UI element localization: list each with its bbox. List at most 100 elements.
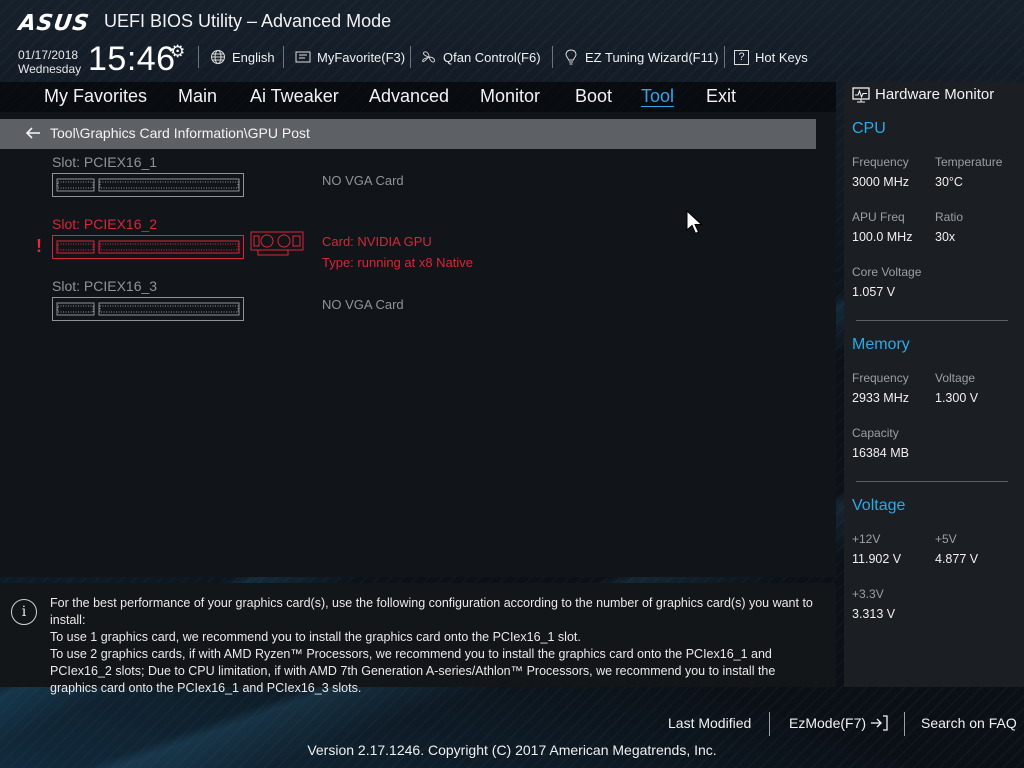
cpu-temperature-value: 30°C xyxy=(935,175,963,189)
help-line-2: To use 1 graphics card, we recommend you… xyxy=(50,630,581,644)
memory-frequency-value: 2933 MHz xyxy=(852,391,909,405)
memory-voltage-label: Voltage xyxy=(935,371,976,385)
v12-value: 11.902 V xyxy=(852,552,902,566)
v33-value: 3.313 V xyxy=(852,607,896,621)
slot-2-label: Slot: PCIEX16_2 xyxy=(52,216,158,232)
copyright-text: Version 2.17.1246. Copyright (C) 2017 Am… xyxy=(307,742,717,758)
v33-label: +3.3V xyxy=(852,587,884,601)
v5-label: +5V xyxy=(935,532,957,546)
apu-freq-value: 100.0 MHz xyxy=(852,230,913,244)
pcie-slot-2-icon xyxy=(52,235,244,259)
settings-gear-icon[interactable]: ⚙ xyxy=(170,42,185,62)
ezmode-label: EzMode(F7) xyxy=(789,715,867,731)
pcie-slot-1-icon xyxy=(52,173,244,197)
slot-2-card: Card: NVIDIA GPU xyxy=(322,234,432,249)
apu-freq-label: APU Freq xyxy=(852,210,905,224)
last-modified-label: Last Modified xyxy=(668,715,752,731)
help-icon: ? xyxy=(734,49,749,65)
fan-icon xyxy=(421,49,437,65)
section-divider xyxy=(856,481,1008,482)
graphics-card-icon xyxy=(250,231,304,256)
memory-heading: Memory xyxy=(852,336,910,353)
exit-arrow-icon xyxy=(871,715,888,731)
footer-divider xyxy=(769,712,770,736)
header-divider xyxy=(552,46,553,68)
cpu-heading: CPU xyxy=(852,120,886,137)
header-divider xyxy=(724,46,725,68)
ratio-value: 30x xyxy=(935,230,956,244)
myfavorite-label: MyFavorite(F3) xyxy=(317,49,406,65)
hardware-monitor-panel: Hardware Monitor CPU Frequency 3000 MHz … xyxy=(844,82,1024,687)
help-line-1: For the best performance of your graphic… xyxy=(50,596,813,627)
memory-capacity-value: 16384 MB xyxy=(852,446,909,460)
v5-value: 4.877 V xyxy=(935,552,979,566)
app-title: UEFI BIOS Utility – Advanced Mode xyxy=(104,11,392,31)
search-faq-label: Search on FAQ xyxy=(921,715,1017,731)
core-voltage-value: 1.057 V xyxy=(852,285,896,299)
tab-monitor[interactable]: Monitor xyxy=(480,86,540,107)
last-modified-button[interactable]: Last Modified xyxy=(668,715,751,731)
asus-logo: ASUS xyxy=(17,11,92,36)
globe-icon xyxy=(210,49,226,65)
tab-advanced[interactable]: Advanced xyxy=(369,86,449,107)
breadcrumb-bar: Tool\Graphics Card Information\GPU Post xyxy=(0,119,816,149)
myfavorite-button[interactable]: MyFavorite(F3) xyxy=(295,47,405,67)
ezmode-button[interactable]: EzMode(F7) xyxy=(789,715,888,731)
tab-exit[interactable]: Exit xyxy=(706,86,736,107)
hot-keys-button[interactable]: ? Hot Keys xyxy=(734,47,808,67)
main-panel: Tool\Graphics Card Information\GPU Post … xyxy=(0,112,836,577)
breadcrumb: Tool\Graphics Card Information\GPU Post xyxy=(50,125,310,141)
qfan-label: Qfan Control(F6) xyxy=(443,49,541,65)
section-divider xyxy=(856,320,1008,321)
weekday-text: Wednesday xyxy=(18,62,82,76)
hot-keys-label: Hot Keys xyxy=(755,49,808,65)
core-voltage-label: Core Voltage xyxy=(852,265,922,279)
language-label: English xyxy=(232,49,275,65)
help-line-3: To use 2 graphics cards, if with AMD Ryz… xyxy=(50,647,776,695)
date-text: 01/17/2018 xyxy=(18,48,79,62)
ratio-label: Ratio xyxy=(935,210,964,224)
pcie-slot-3-icon xyxy=(52,297,244,321)
help-info-panel: i For the best performance of your graph… xyxy=(0,583,836,695)
monitor-icon xyxy=(852,86,870,102)
tab-main[interactable]: Main xyxy=(178,86,217,107)
time-display: 15:46 xyxy=(88,40,176,78)
slot-1-status: NO VGA Card xyxy=(322,173,404,188)
cpu-frequency-value: 3000 MHz xyxy=(852,175,909,189)
header: ASUS UEFI BIOS Utility – Advanced Mode 0… xyxy=(0,0,1024,82)
ez-tuning-label: EZ Tuning Wizard(F11) xyxy=(585,49,719,65)
search-faq-button[interactable]: Search on FAQ xyxy=(921,715,1017,731)
memory-voltage-value: 1.300 V xyxy=(935,391,979,405)
lightbulb-icon xyxy=(563,49,579,65)
qfan-control-button[interactable]: Qfan Control(F6) xyxy=(421,47,541,67)
memory-capacity-label: Capacity xyxy=(852,426,899,440)
slot-3-status: NO VGA Card xyxy=(322,297,404,312)
memory-frequency-label: Frequency xyxy=(852,371,909,385)
help-text: For the best performance of your graphic… xyxy=(50,595,820,697)
tab-my-favorites[interactable]: My Favorites xyxy=(44,86,147,107)
tab-boot[interactable]: Boot xyxy=(575,86,612,107)
main-nav: My Favorites Main Ai Tweaker Advanced Mo… xyxy=(0,82,836,112)
slot-3-label: Slot: PCIEX16_3 xyxy=(52,278,158,294)
tab-tool[interactable]: Tool xyxy=(641,86,674,107)
language-button[interactable]: English xyxy=(210,47,275,67)
info-icon: i xyxy=(11,599,37,625)
voltage-heading: Voltage xyxy=(852,497,906,514)
header-divider xyxy=(198,46,199,68)
back-arrow-icon[interactable] xyxy=(24,124,42,142)
favorite-icon xyxy=(295,49,311,65)
warning-icon: ! xyxy=(36,236,42,256)
hardware-monitor-title: Hardware Monitor xyxy=(852,86,994,103)
tab-ai-tweaker[interactable]: Ai Tweaker xyxy=(250,86,339,107)
slot-2-type: Type: running at x8 Native xyxy=(322,255,474,270)
ez-tuning-wizard-button[interactable]: EZ Tuning Wizard(F11) xyxy=(563,47,718,67)
slot-1-label: Slot: PCIEX16_1 xyxy=(52,154,158,170)
header-divider xyxy=(410,46,411,68)
mouse-cursor-icon xyxy=(686,210,703,235)
date-display: 01/17/2018 Wednesday xyxy=(18,48,81,76)
cpu-temperature-label: Temperature xyxy=(935,155,1003,169)
cpu-frequency-label: Frequency xyxy=(852,155,909,169)
footer-divider xyxy=(904,712,905,736)
v12-label: +12V xyxy=(852,532,881,546)
hardware-monitor-label: Hardware Monitor xyxy=(875,86,995,103)
